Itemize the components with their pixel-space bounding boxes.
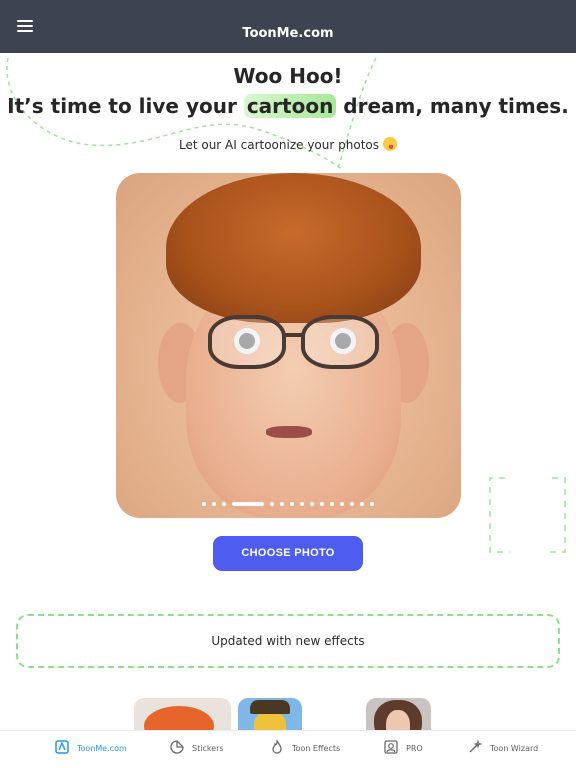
cartoon-glasses-left-lens xyxy=(208,315,286,369)
top-navigation-bar: ToonMe.com xyxy=(0,0,576,53)
carousel-dot[interactable] xyxy=(300,502,304,506)
choose-photo-button[interactable]: CHOOSE PHOTO xyxy=(213,536,363,571)
hero-title: Woo Hoo! xyxy=(233,64,343,88)
carousel-dot[interactable] xyxy=(370,502,374,506)
hero-subheading: It’s time to live your cartoon dream, ma… xyxy=(0,94,576,118)
hero-tagline: Let our AI cartoonize your photos xyxy=(0,137,576,152)
bottom-navigation: ToonMe.com Stickers Toon Effects PRO Too… xyxy=(0,730,576,768)
carousel-dot-active[interactable] xyxy=(232,502,264,506)
carousel-dot[interactable] xyxy=(320,502,324,506)
nav-item-label: Stickers xyxy=(192,744,224,753)
nav-item-label: Toon Effects xyxy=(292,744,341,753)
carousel-dot[interactable] xyxy=(350,502,354,506)
carousel-pagination[interactable] xyxy=(0,501,576,507)
carousel-dot[interactable] xyxy=(280,502,284,506)
carousel-dot[interactable] xyxy=(202,502,206,506)
cartoon-glasses-right-lens xyxy=(301,315,379,369)
cartoon-mouth xyxy=(266,426,312,438)
nav-item-label: Toon Wizard xyxy=(490,744,539,753)
highlighted-word: cartoon xyxy=(243,94,337,118)
flame-icon xyxy=(272,740,282,754)
carousel-dot[interactable] xyxy=(360,502,364,506)
cartoon-hair xyxy=(166,173,421,323)
winking-tongue-emoji-icon xyxy=(383,137,397,151)
carousel-dot[interactable] xyxy=(340,502,344,506)
sticker-icon xyxy=(170,740,184,754)
nav-item-label: ToonMe.com xyxy=(77,744,127,753)
pro-portrait-icon xyxy=(384,740,398,754)
card-hair xyxy=(250,700,290,714)
hero-subheading-post: dream, many times. xyxy=(336,94,569,118)
brand-title[interactable]: ToonMe.com xyxy=(0,26,576,41)
toonme-logo-icon xyxy=(55,740,69,754)
carousel-dot[interactable] xyxy=(310,502,314,506)
hero-subheading-pre: It’s time to live your xyxy=(7,94,244,118)
updates-banner: Updated with new effects xyxy=(16,614,560,668)
cartoon-preview-image[interactable] xyxy=(116,173,461,518)
carousel-dot[interactable] xyxy=(212,502,216,506)
carousel-dot[interactable] xyxy=(330,502,334,506)
cartoon-glasses-bridge xyxy=(284,333,304,337)
carousel-dot[interactable] xyxy=(290,502,294,506)
carousel-dot[interactable] xyxy=(222,502,226,506)
carousel-dot[interactable] xyxy=(270,502,274,506)
hero-tagline-text: Let our AI cartoonize your photos xyxy=(178,138,379,152)
nav-item-label: PRO xyxy=(406,744,423,753)
magic-wand-icon xyxy=(469,740,482,753)
